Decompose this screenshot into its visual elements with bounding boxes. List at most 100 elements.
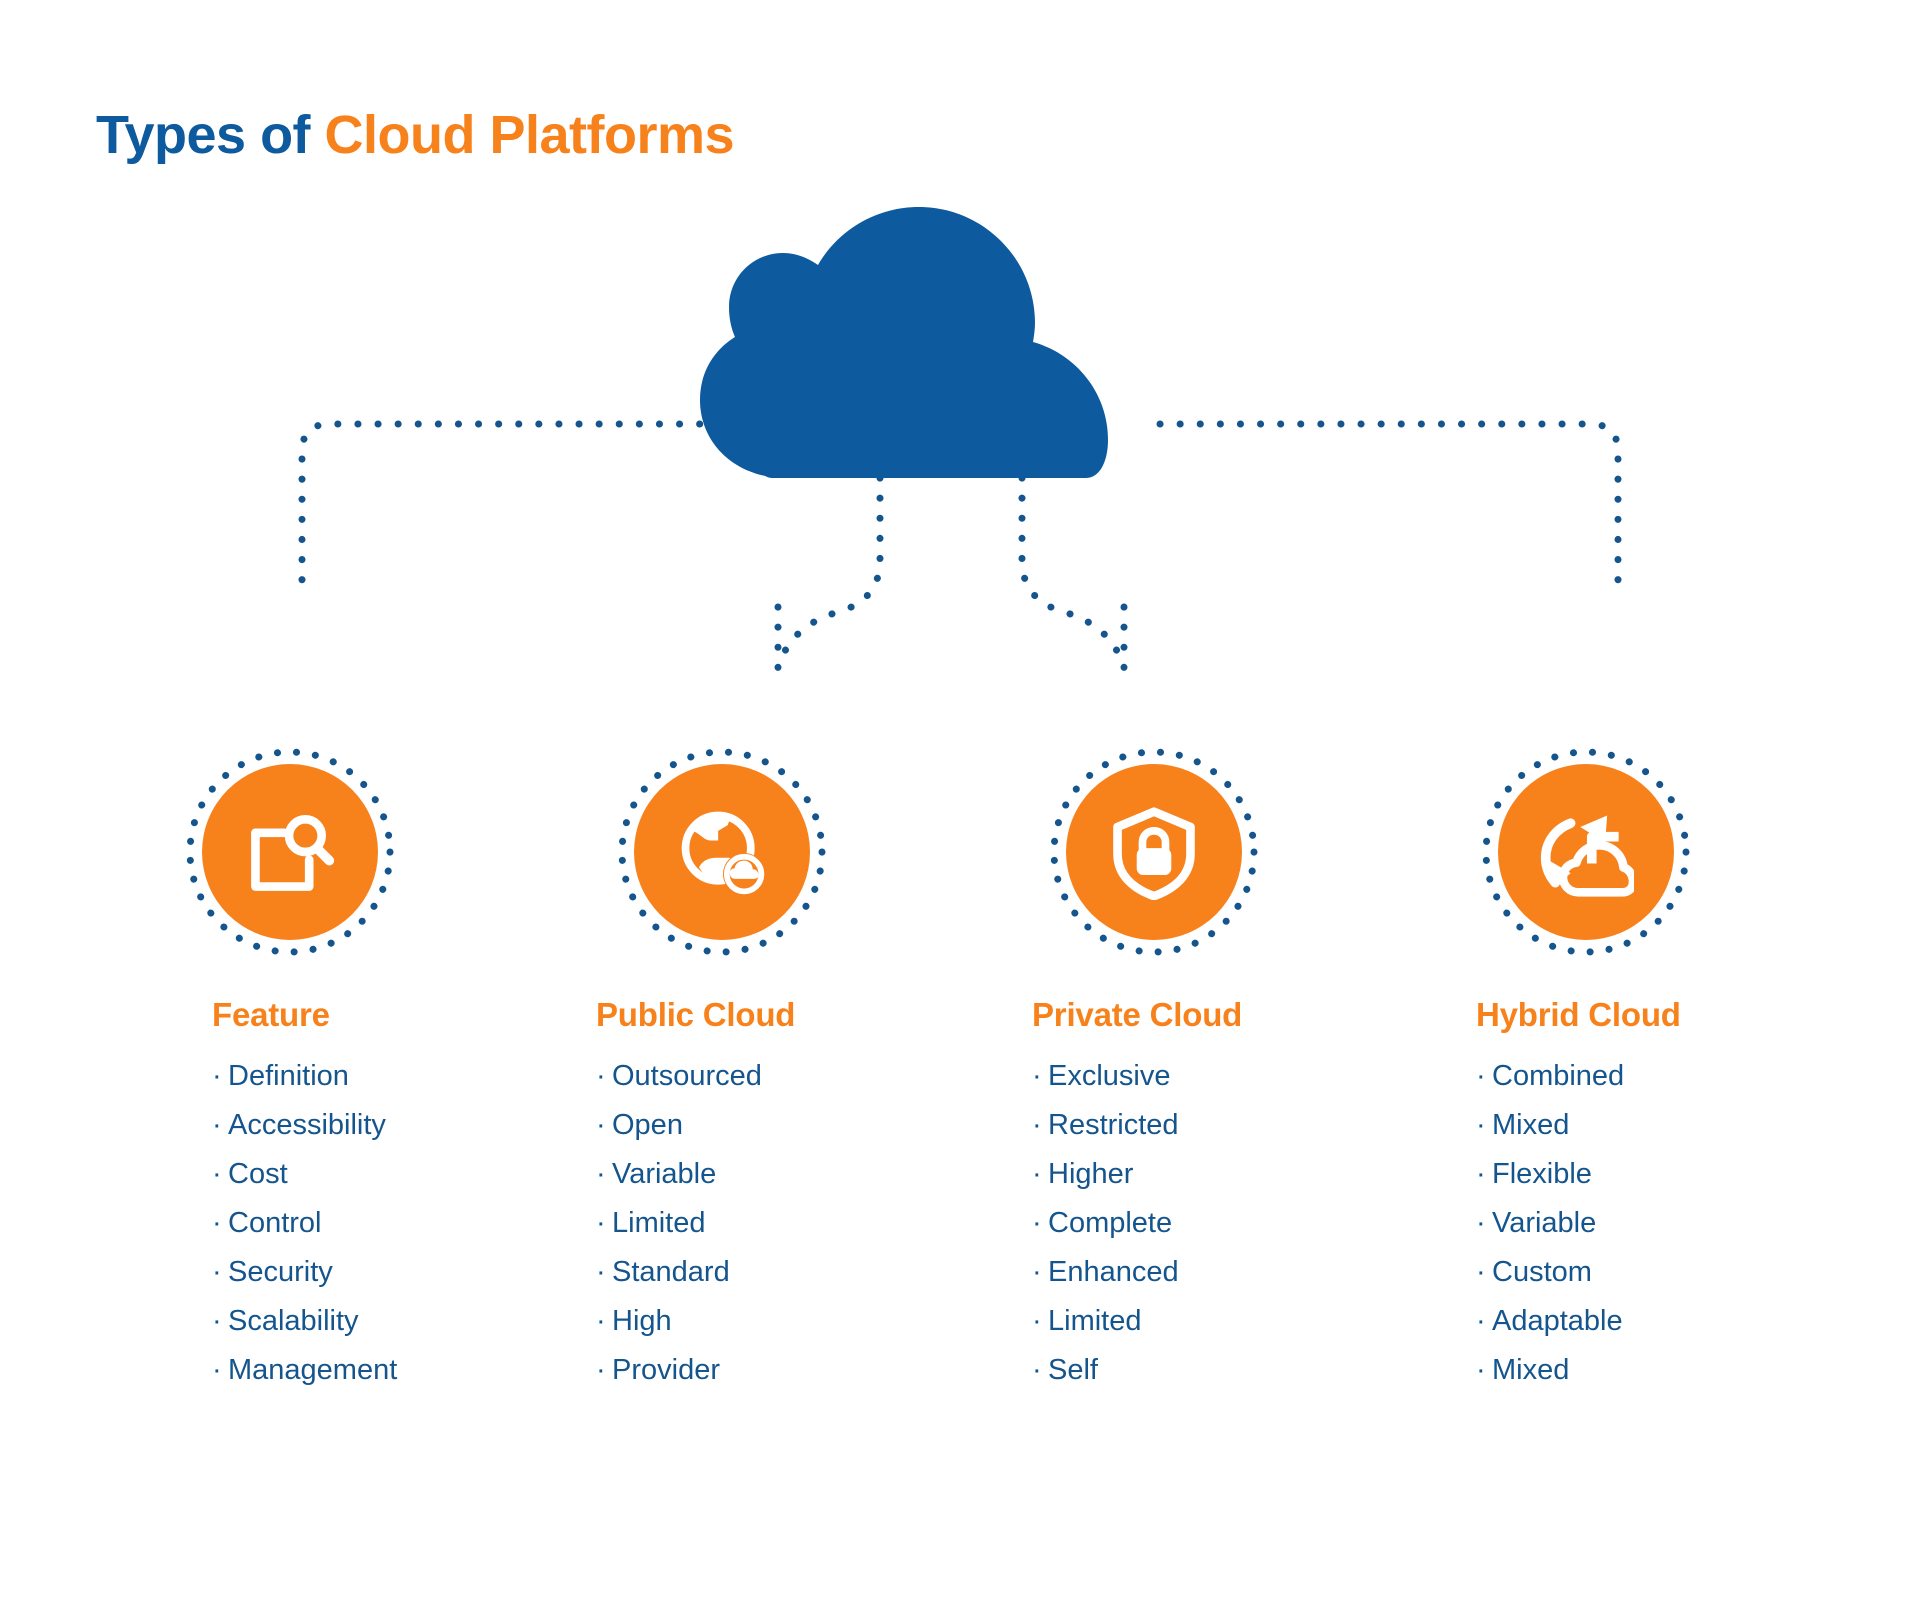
page-title-primary: Types of: [96, 105, 325, 165]
list-item: · Accessibility: [212, 1111, 397, 1160]
column-public-cloud: Public Cloud · Outsourced · Open · Variable…: [596, 996, 795, 1405]
list-item-label: Management: [228, 1354, 398, 1386]
column-header: Hybrid Cloud: [1476, 996, 1681, 1033]
connector-to-private: [1018, 474, 1128, 670]
bullet-icon: ·: [1476, 1354, 1486, 1386]
list-item-label: Outsourced: [612, 1060, 762, 1092]
list-item: · Standard: [596, 1258, 795, 1307]
list-item: · Complete: [1032, 1209, 1242, 1258]
bullet-icon: ·: [1032, 1158, 1042, 1190]
list-item: · Management: [212, 1356, 397, 1405]
bullet-icon: ·: [1032, 1354, 1042, 1386]
globe-cloud-icon: [681, 811, 766, 896]
list-item: · Mixed: [1476, 1111, 1681, 1160]
list-item: · Variable: [596, 1160, 795, 1209]
node-rings: [186, 748, 1690, 956]
document-search-icon: [251, 815, 335, 891]
column-feature: Feature · Definition · Accessibility · Cost…: [212, 996, 397, 1405]
list-item-label: Cost: [228, 1158, 288, 1190]
bullet-icon: ·: [1476, 1305, 1486, 1337]
cloud-icon: [700, 207, 1108, 478]
node-private-cloud[interactable]: [1066, 764, 1242, 940]
list-item-label: Flexible: [1492, 1158, 1592, 1190]
column-header: Feature: [212, 996, 330, 1033]
list-item: · Variable: [1476, 1209, 1681, 1258]
list-item: · Self: [1032, 1356, 1242, 1405]
list-item-label: Higher: [1048, 1158, 1134, 1190]
bullet-icon: ·: [212, 1060, 222, 1092]
list-item: · Limited: [1032, 1307, 1242, 1356]
list-item-label: Enhanced: [1048, 1256, 1179, 1288]
list-item-label: Variable: [1492, 1207, 1597, 1239]
list-item-label: Self: [1048, 1354, 1098, 1386]
bullet-icon: ·: [212, 1305, 222, 1337]
bullet-icon: ·: [1476, 1256, 1486, 1288]
list-item-label: Custom: [1492, 1256, 1592, 1288]
connector-to-feature: [298, 420, 764, 602]
list-item: · Adaptable: [1476, 1307, 1681, 1356]
list-item: · Definition: [212, 1062, 397, 1111]
list-item-label: Complete: [1048, 1207, 1173, 1239]
list-item: · Mixed: [1476, 1356, 1681, 1405]
list-item-label: Adaptable: [1492, 1305, 1623, 1337]
bullet-icon: ·: [596, 1354, 606, 1386]
list-item: · Security: [212, 1258, 397, 1307]
connector-lines: [298, 420, 1622, 670]
node-feature[interactable]: [202, 764, 378, 940]
list-item: · Flexible: [1476, 1160, 1681, 1209]
bullet-icon: ·: [596, 1305, 606, 1337]
list-item-label: Limited: [1048, 1305, 1142, 1337]
list-item: · Higher: [1032, 1160, 1242, 1209]
list-item: · Outsourced: [596, 1062, 795, 1111]
node-hybrid-cloud[interactable]: [1498, 764, 1674, 940]
bullet-icon: ·: [1032, 1060, 1042, 1092]
cloud-sync-icon: [1540, 815, 1634, 897]
bullet-icon: ·: [1032, 1207, 1042, 1239]
column-header: Public Cloud: [596, 996, 796, 1033]
list-item-label: Restricted: [1048, 1109, 1179, 1141]
bullet-icon: ·: [1032, 1256, 1042, 1288]
list-item: · Combined: [1476, 1062, 1681, 1111]
shield-lock-icon: [1113, 807, 1195, 900]
list-item: · Custom: [1476, 1258, 1681, 1307]
list-item: · Open: [596, 1111, 795, 1160]
list-item-label: Exclusive: [1048, 1060, 1171, 1092]
list-item-label: High: [612, 1305, 672, 1337]
column-private-cloud: Private Cloud · Exclusive · Restricted · Hi…: [1032, 996, 1242, 1405]
list-item: · High: [596, 1307, 795, 1356]
list-item-label: Mixed: [1492, 1354, 1570, 1386]
list-item-label: Combined: [1492, 1060, 1625, 1092]
column-hybrid-cloud: Hybrid Cloud · Combined · Mixed · Flexible …: [1476, 996, 1681, 1405]
bullet-icon: ·: [1476, 1207, 1486, 1239]
bullet-icon: ·: [596, 1158, 606, 1190]
bullet-icon: ·: [596, 1256, 606, 1288]
bullet-icon: ·: [212, 1109, 222, 1141]
list-item-label: Provider: [612, 1354, 720, 1386]
list-item: · Cost: [212, 1160, 397, 1209]
list-item-label: Security: [228, 1256, 333, 1288]
bullet-icon: ·: [1032, 1109, 1042, 1141]
list-item: · Provider: [596, 1356, 795, 1405]
list-item-label: Mixed: [1492, 1109, 1570, 1141]
list-item-label: Variable: [612, 1158, 717, 1190]
column-list: · Outsourced · Open · Variable · Limited · St…: [596, 1062, 795, 1405]
list-item: · Limited: [596, 1209, 795, 1258]
bullet-icon: ·: [1476, 1109, 1486, 1141]
list-item-label: Control: [228, 1207, 322, 1239]
bullet-icon: ·: [596, 1109, 606, 1141]
bullet-icon: ·: [1476, 1060, 1486, 1092]
list-item-label: Definition: [228, 1060, 349, 1092]
column-list: · Combined · Mixed · Flexible · Variable · Cu…: [1476, 1062, 1681, 1405]
node-public-cloud[interactable]: [634, 764, 810, 940]
list-item-label: Accessibility: [228, 1109, 386, 1141]
connector-to-public: [774, 474, 884, 670]
list-item-label: Scalability: [228, 1305, 359, 1337]
list-item-label: Open: [612, 1109, 683, 1141]
bullet-icon: ·: [212, 1256, 222, 1288]
list-item: · Restricted: [1032, 1111, 1242, 1160]
bullet-icon: ·: [212, 1354, 222, 1386]
bullet-icon: ·: [596, 1060, 606, 1092]
bullet-icon: ·: [1032, 1305, 1042, 1337]
list-item-label: Limited: [612, 1207, 706, 1239]
list-item-label: Standard: [612, 1256, 730, 1288]
